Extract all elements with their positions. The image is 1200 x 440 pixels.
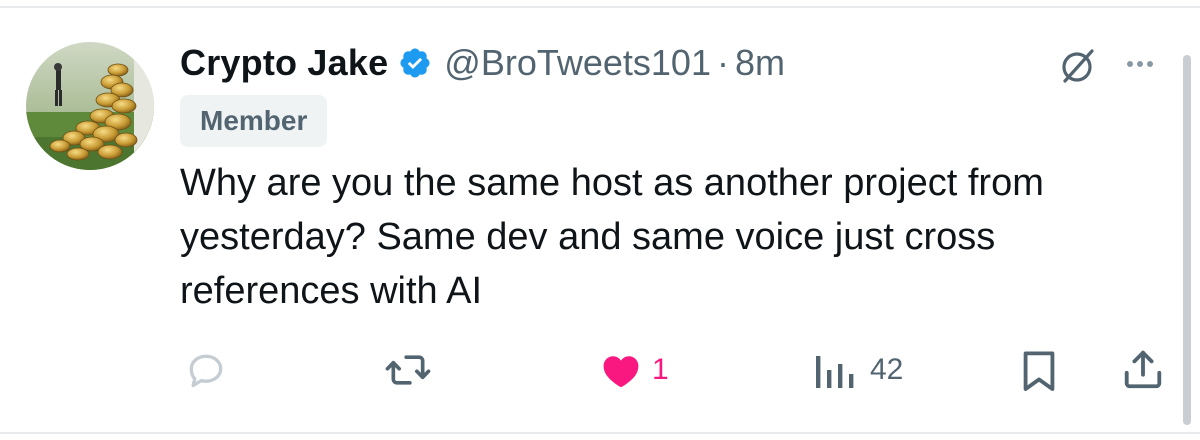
avatar-image: [26, 42, 154, 170]
like-count: 1: [652, 353, 669, 386]
member-badge-label: Member: [200, 105, 308, 136]
tweet-header: Crypto Jake @BroTweets101 · 8m: [180, 40, 785, 86]
bottom-divider: [0, 432, 1200, 434]
reply-icon: [189, 354, 223, 388]
views-count: 42: [870, 353, 904, 386]
tweet-text: Why are you the same host as another pro…: [180, 162, 1044, 312]
avatar[interactable]: [26, 42, 154, 170]
timestamp[interactable]: 8m: [735, 42, 785, 84]
reply-button[interactable]: [184, 348, 228, 392]
action-bar: 1 42: [0, 340, 1200, 400]
grok-icon[interactable]: [1056, 44, 1100, 88]
bookmark-icon: [1023, 351, 1055, 391]
member-badge: Member: [180, 95, 328, 147]
heart-icon: [603, 356, 639, 388]
like-button[interactable]: 1: [598, 348, 669, 392]
share-icon: [1124, 350, 1162, 389]
repost-button[interactable]: [384, 348, 432, 392]
user-handle[interactable]: @BroTweets101: [444, 42, 711, 84]
display-name[interactable]: Crypto Jake: [180, 42, 388, 84]
views-button[interactable]: 42: [810, 348, 903, 392]
more-options-icon[interactable]: [1116, 46, 1164, 82]
views-icon: [816, 356, 854, 388]
bookmark-button[interactable]: [1016, 348, 1062, 394]
scrollbar[interactable]: [1183, 55, 1191, 425]
separator-dot: ·: [716, 42, 729, 83]
share-button[interactable]: [1120, 346, 1166, 392]
verified-badge-icon[interactable]: [398, 46, 432, 80]
repost-icon: [385, 355, 431, 385]
top-divider: [0, 6, 1200, 8]
